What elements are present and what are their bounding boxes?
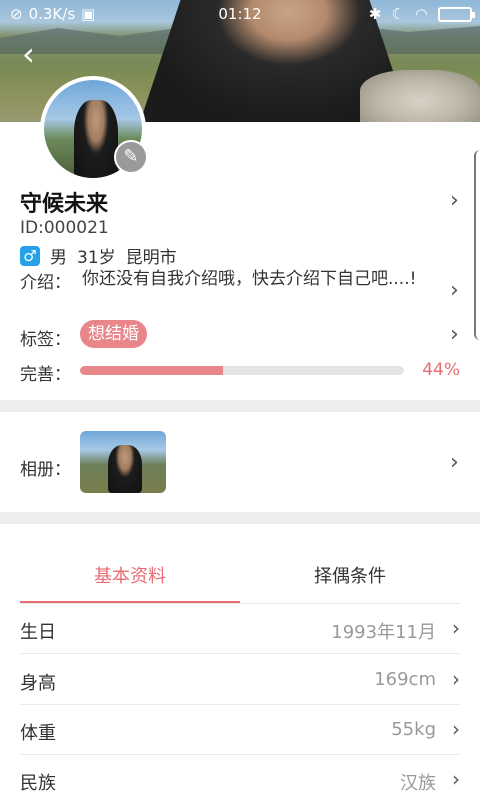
- completion-label: 完善：: [20, 365, 71, 385]
- detail-value: 55kg: [391, 719, 436, 740]
- battery-icon: [438, 6, 475, 22]
- detail-value: 1993年11月: [331, 622, 436, 643]
- detail-row-birthday[interactable]: 生日 1993年11月 ›: [20, 604, 460, 654]
- chevron-right-icon[interactable]: ›: [450, 324, 459, 346]
- detail-row-ethnicity[interactable]: 民族 汉族 ›: [20, 755, 460, 800]
- back-arrow-icon[interactable]: ‹: [22, 38, 35, 70]
- moon-icon: ☾: [391, 5, 405, 23]
- edit-icon: ✎: [123, 146, 139, 167]
- completion-progress-bar: [80, 366, 404, 375]
- detail-value: 169cm: [374, 669, 436, 690]
- screen-edge: [474, 150, 480, 340]
- chevron-right-icon[interactable]: ›: [450, 280, 459, 302]
- profile-meta: ♂ 男 31岁 昆明市: [20, 243, 177, 268]
- intro-label: 介绍：: [20, 273, 71, 293]
- chevron-right-icon: ›: [452, 767, 460, 791]
- profile-city: 昆明市: [125, 248, 177, 268]
- detail-row-weight[interactable]: 体重 55kg ›: [20, 705, 460, 755]
- chevron-right-icon[interactable]: ›: [450, 190, 459, 212]
- profile-age: 31岁: [77, 248, 116, 268]
- avatar-person: [74, 100, 118, 178]
- status-right: ✱ ☾ ◠: [368, 5, 475, 23]
- detail-label: 身高: [20, 673, 56, 694]
- chevron-right-icon[interactable]: ›: [450, 452, 459, 474]
- section-divider: [0, 512, 480, 524]
- male-icon: ♂: [20, 245, 40, 266]
- completion-percent: 44%: [422, 360, 460, 380]
- edit-avatar-button[interactable]: ✎: [114, 140, 148, 174]
- intro-text[interactable]: 你还没有自我介绍哦，快去介绍下自己吧....!: [82, 268, 432, 290]
- tags-label: 标签：: [20, 330, 71, 350]
- chevron-right-icon: ›: [452, 717, 460, 741]
- album-photo[interactable]: [80, 431, 166, 493]
- profile-gender: 男: [50, 248, 67, 268]
- tab-basic-info[interactable]: 基本资料: [20, 562, 240, 588]
- detail-value: 汉族: [400, 773, 436, 794]
- completion-progress-fill: [80, 366, 223, 375]
- tab-mate-criteria[interactable]: 择偶条件: [240, 562, 460, 588]
- album-label: 相册：: [20, 460, 71, 480]
- profile-name: 守候未来: [20, 192, 109, 217]
- chevron-right-icon: ›: [452, 667, 460, 691]
- wifi-icon: ◠: [414, 5, 428, 23]
- status-bar: ⊘ 0.3K/s ▣ 01:12 ✱ ☾ ◠: [0, 0, 480, 28]
- profile-id: ID:000021: [20, 218, 109, 238]
- bluetooth-icon: ✱: [368, 5, 382, 23]
- detail-label: 生日: [20, 622, 56, 643]
- detail-label: 体重: [20, 723, 56, 744]
- rocks-image: [360, 70, 480, 122]
- section-divider: [0, 400, 480, 412]
- chevron-right-icon: ›: [452, 616, 460, 640]
- tag-badge[interactable]: 想结婚: [80, 320, 147, 348]
- detail-row-height[interactable]: 身高 169cm ›: [20, 655, 460, 705]
- detail-label: 民族: [20, 773, 56, 794]
- album-photo-person: [108, 445, 142, 493]
